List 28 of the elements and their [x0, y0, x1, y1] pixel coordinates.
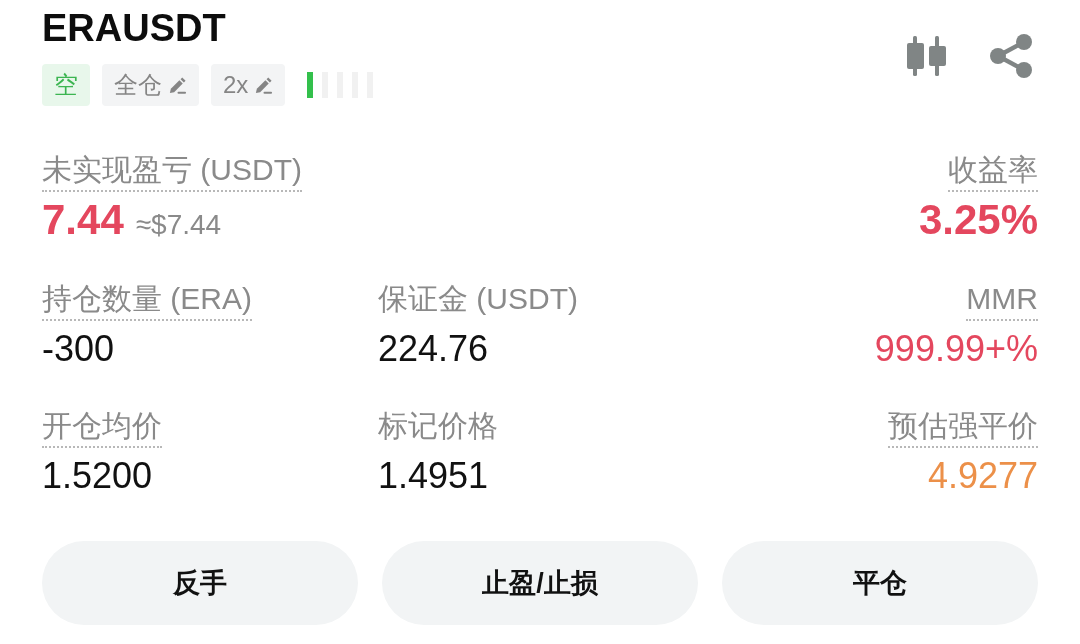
editable-tag[interactable]: 全仓: [102, 64, 199, 106]
metric-label[interactable]: 收益率: [948, 152, 1038, 192]
symbol-title: ERAUSDT: [42, 6, 227, 50]
action-button[interactable]: 止盈/止损: [382, 541, 698, 625]
action-button[interactable]: 平仓: [722, 541, 1038, 625]
metric-label: 保证金 (USDT): [378, 281, 578, 317]
metric-value: 999.99+%: [874, 328, 1038, 370]
pencil-icon: [168, 75, 187, 95]
approx-value: ≈$7.44: [135, 209, 222, 241]
action-button[interactable]: 反手: [42, 541, 358, 625]
metric-label[interactable]: 开仓均价: [42, 408, 162, 448]
metric-value: 3.25%: [918, 197, 1038, 243]
metric-value: 1.5200: [42, 455, 153, 497]
pencil-icon: [254, 75, 274, 95]
position-side-tag: 空: [42, 64, 90, 106]
metric-value: 1.4951: [378, 455, 489, 497]
metric-value: -300: [42, 328, 115, 370]
metric-label[interactable]: 持仓数量 (ERA): [42, 281, 252, 321]
metric-label[interactable]: 预估强平价: [888, 408, 1038, 448]
editable-tag[interactable]: 2x: [211, 64, 286, 106]
metric-value: 4.9277: [927, 455, 1038, 497]
metric-label: 标记价格: [378, 408, 498, 444]
metric-label[interactable]: MMR: [966, 281, 1038, 321]
metric-value: 7.44: [42, 197, 124, 243]
candlestick-icon[interactable]: [907, 36, 946, 76]
share-icon[interactable]: [990, 34, 1032, 78]
metric-label[interactable]: 未实现盈亏 (USDT): [42, 152, 302, 192]
metric-value: 224.76: [378, 328, 489, 370]
